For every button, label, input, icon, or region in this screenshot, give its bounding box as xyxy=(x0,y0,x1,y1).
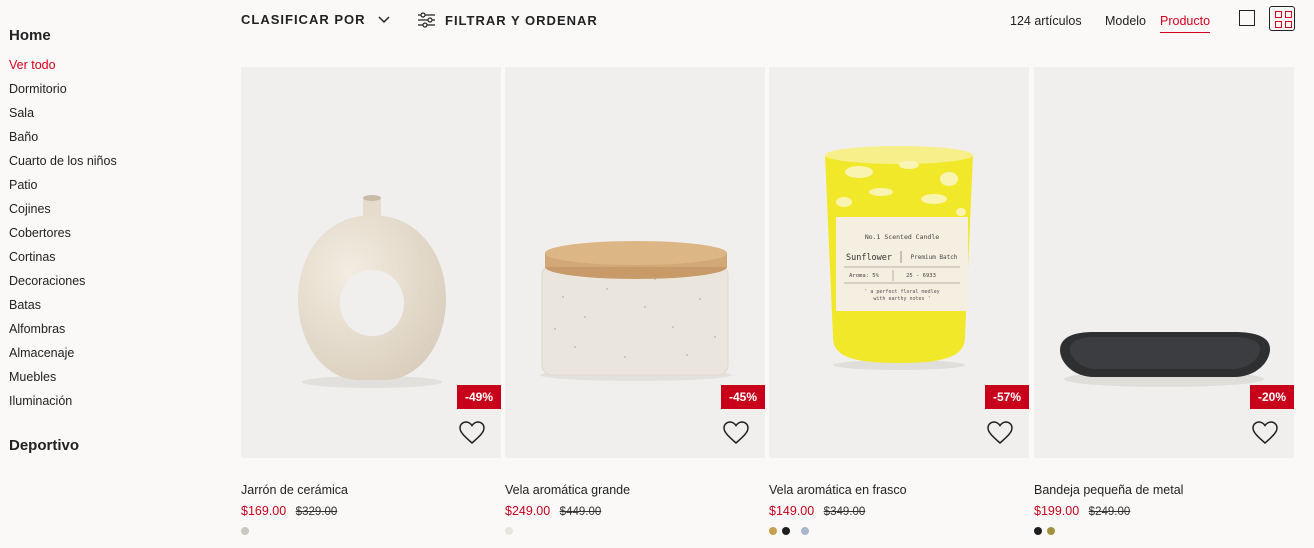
product-name[interactable]: Jarrón de cerámica xyxy=(241,482,501,498)
original-price: $349.00 xyxy=(823,506,866,518)
product-image-vase[interactable]: -49% xyxy=(241,67,501,458)
product-prices: $169.00 $329.00 xyxy=(241,503,501,520)
article-count: 124 artículos xyxy=(1010,14,1082,28)
product-card[interactable]: -20% Bandeja pequeña de metal $199.00 $2… xyxy=(1034,67,1294,535)
product-prices: $249.00 $449.00 xyxy=(505,503,765,520)
product-image-candle-jar[interactable]: No.1 Scented Candle Sunflower Premium Ba… xyxy=(769,67,1029,458)
product-card[interactable]: No.1 Scented Candle Sunflower Premium Ba… xyxy=(769,67,1029,535)
sidebar-item-bano[interactable]: Baño xyxy=(9,125,209,149)
sidebar-list: Ver todo Dormitorio Sala Baño Cuarto de … xyxy=(9,53,209,413)
filter-button[interactable]: FILTRAR Y ORDENAR xyxy=(417,12,598,28)
color-swatch[interactable] xyxy=(782,527,790,535)
view-product-toggle[interactable]: Producto xyxy=(1160,14,1211,33)
heart-icon[interactable] xyxy=(987,421,1013,445)
product-image-candle-large[interactable]: -45% xyxy=(505,67,765,458)
color-swatch[interactable] xyxy=(241,527,249,535)
product-name[interactable]: Bandeja pequeña de metal xyxy=(1034,482,1294,498)
sidebar-item-decoraciones[interactable]: Decoraciones xyxy=(9,269,209,293)
category-sidebar: Home Ver todo Dormitorio Sala Baño Cuart… xyxy=(9,27,209,463)
product-image-metal-tray[interactable]: -20% xyxy=(1034,67,1294,458)
sidebar-item-cuarto-ninos[interactable]: Cuarto de los niños xyxy=(9,149,209,173)
filter-label: FILTRAR Y ORDENAR xyxy=(445,12,598,28)
product-name[interactable]: Vela aromática grande xyxy=(505,482,765,498)
sidebar-item-alfombras[interactable]: Alfombras xyxy=(9,317,209,341)
sidebar-item-cortinas[interactable]: Cortinas xyxy=(9,245,209,269)
filter-sliders-icon xyxy=(418,12,435,28)
original-price: $249.00 xyxy=(1088,506,1131,518)
sidebar-item-muebles[interactable]: Muebles xyxy=(9,365,209,389)
sidebar-item-dormitorio[interactable]: Dormitorio xyxy=(9,77,209,101)
svg-text:Premium Batch: Premium Batch xyxy=(911,254,958,261)
svg-text:Sunflower: Sunflower xyxy=(846,253,892,263)
color-swatches xyxy=(241,527,501,535)
svg-text:25 - 6933: 25 - 6933 xyxy=(906,273,936,279)
color-swatches xyxy=(769,527,1029,535)
sidebar-item-iluminacion[interactable]: Iluminación xyxy=(9,389,209,413)
sidebar-item-cobertores[interactable]: Cobertores xyxy=(9,221,209,245)
discount-badge: -20% xyxy=(1249,385,1294,409)
sale-price: $199.00 xyxy=(1034,504,1080,518)
chevron-down-icon xyxy=(377,15,390,23)
single-view-icon[interactable] xyxy=(1239,10,1255,26)
sidebar-item-cojines[interactable]: Cojines xyxy=(9,197,209,221)
original-price: $329.00 xyxy=(295,506,338,518)
color-swatches xyxy=(505,527,765,535)
sale-price: $169.00 xyxy=(241,504,287,518)
svg-text:No.1 Scented Candle: No.1 Scented Candle xyxy=(865,233,939,241)
heart-icon[interactable] xyxy=(459,421,485,445)
heart-icon[interactable] xyxy=(1252,421,1278,445)
svg-text:' a perfect floral medley: ' a perfect floral medley xyxy=(864,289,939,295)
product-name[interactable]: Vela aromática en frasco xyxy=(769,482,1029,498)
discount-badge: -49% xyxy=(456,385,501,409)
sidebar-item-sala[interactable]: Sala xyxy=(9,101,209,125)
sidebar-item-patio[interactable]: Patio xyxy=(9,173,209,197)
product-toolbar: CLASIFICAR POR FILTRAR Y ORDENAR 124 art… xyxy=(241,0,1301,42)
color-swatches xyxy=(1034,527,1294,535)
original-price: $449.00 xyxy=(559,506,602,518)
sidebar-section-deportivo[interactable]: Deportivo xyxy=(9,437,209,454)
product-prices: $149.00 $349.00 xyxy=(769,503,1029,520)
view-model-toggle[interactable]: Modelo xyxy=(1105,14,1146,28)
svg-text:Aroma: 5%: Aroma: 5% xyxy=(849,273,879,279)
sidebar-item-ver-todo[interactable]: Ver todo xyxy=(9,53,209,77)
sale-price: $149.00 xyxy=(769,504,815,518)
color-swatch[interactable] xyxy=(1047,527,1055,535)
svg-text:with earthy notes ': with earthy notes ' xyxy=(873,296,930,302)
sale-price: $249.00 xyxy=(505,504,551,518)
sort-label: CLASIFICAR POR xyxy=(241,12,366,27)
product-card[interactable]: -45% Vela aromática grande $249.00 $449.… xyxy=(505,67,765,535)
product-card[interactable]: -49% Jarrón de cerámica $169.00 $329.00 xyxy=(241,67,501,535)
color-swatch[interactable] xyxy=(1034,527,1042,535)
heart-icon[interactable] xyxy=(723,421,749,445)
color-swatch[interactable] xyxy=(801,527,809,535)
grid-view-icon[interactable] xyxy=(1269,6,1295,31)
sidebar-section-home[interactable]: Home xyxy=(9,27,209,44)
sort-button[interactable]: CLASIFICAR POR xyxy=(241,12,390,27)
product-prices: $199.00 $249.00 xyxy=(1034,503,1294,520)
sidebar-item-batas[interactable]: Batas xyxy=(9,293,209,317)
color-swatch[interactable] xyxy=(505,527,513,535)
discount-badge: -57% xyxy=(984,385,1029,409)
color-swatch[interactable] xyxy=(769,527,777,535)
discount-badge: -45% xyxy=(720,385,765,409)
sidebar-item-almacenaje[interactable]: Almacenaje xyxy=(9,341,209,365)
